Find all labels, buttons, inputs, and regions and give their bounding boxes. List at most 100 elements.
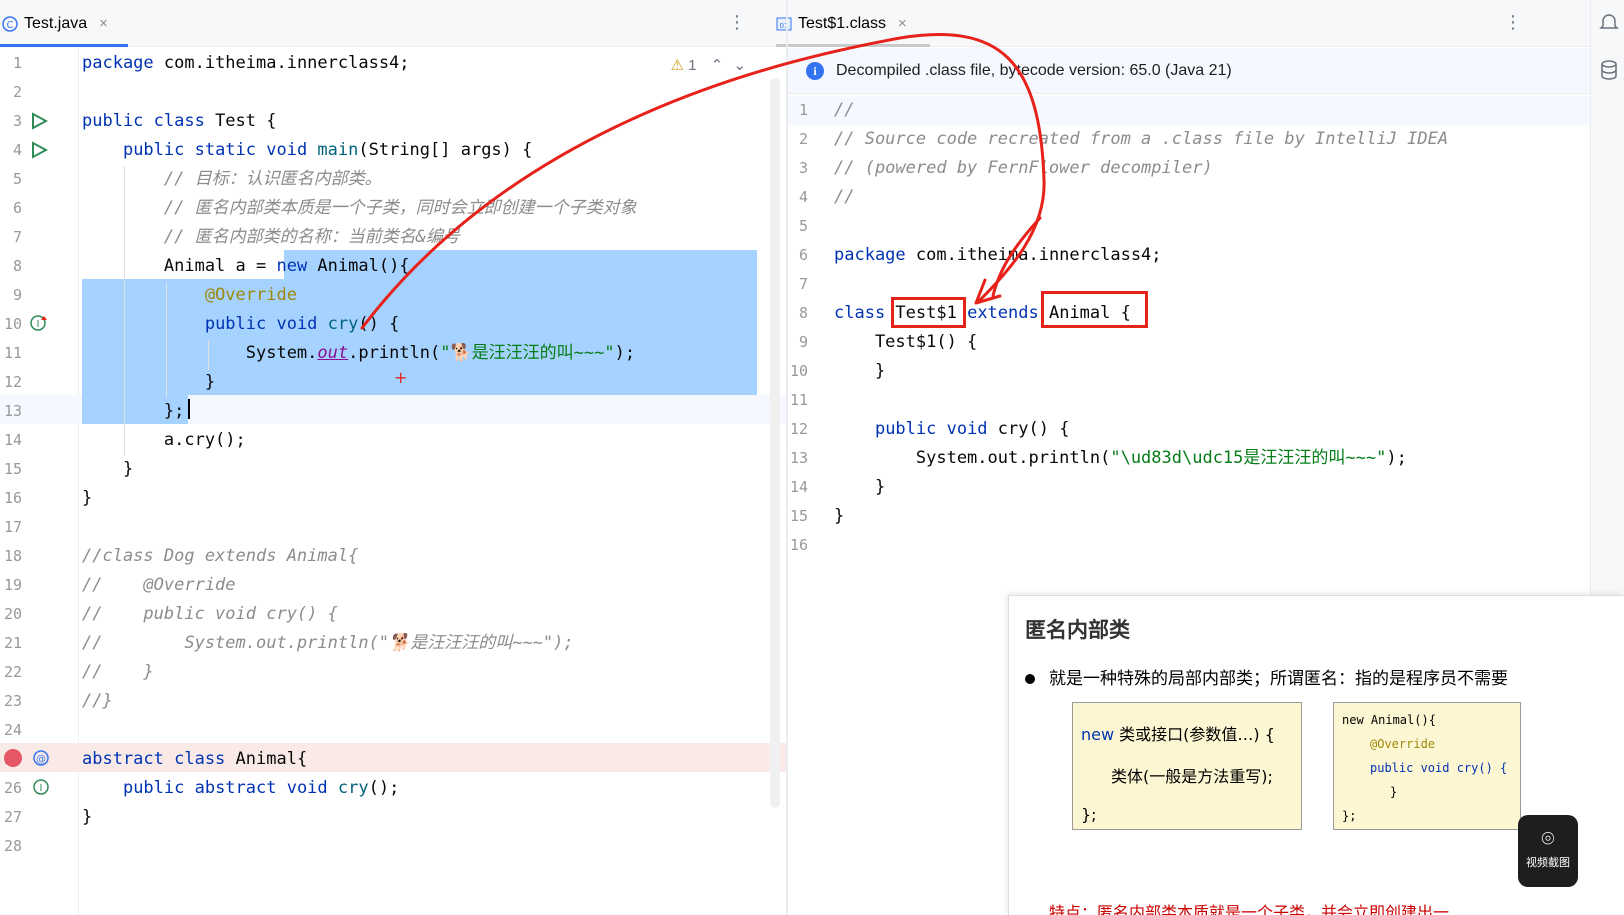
code-line[interactable]: 27} (0, 802, 786, 832)
code-text: public void cry() { (874, 419, 1070, 439)
code-text: public abstract void cry(); (122, 778, 400, 798)
code-text: // 目标：认识匿名内部类。 (163, 169, 382, 189)
slide-title: 匿名内部类 (1025, 618, 1130, 642)
code-line[interactable]: 3 // (powered by FernFlower decompiler) (788, 153, 1590, 183)
code-line[interactable]: 5 // 目标：认识匿名内部类。 (0, 164, 786, 194)
video-screenshot-button[interactable]: ⌾ 视频截图 (1518, 815, 1578, 887)
line-number: 1 (798, 101, 808, 119)
code-line[interactable]: 19 // @Override (0, 570, 786, 600)
code-line[interactable]: 3 public class Test { (0, 106, 786, 136)
line-number: 1 (12, 54, 22, 72)
line-number: 17 (3, 518, 22, 536)
code-text: // (834, 100, 855, 120)
code-line[interactable]: 13 }; (0, 396, 786, 426)
code-text: // @Override (82, 575, 236, 595)
code-line[interactable]: 5 (788, 211, 1590, 241)
chevron-down-icon[interactable]: ⌄ (733, 57, 746, 74)
notifications-icon[interactable] (1599, 12, 1619, 32)
code-line[interactable]: 7 (788, 269, 1590, 299)
java-class-icon: C (2, 15, 18, 32)
code-line[interactable]: 24 (0, 715, 786, 745)
code-line[interactable]: 2 // Source code recreated from a .class … (788, 124, 1590, 154)
code-line[interactable]: 10 } (788, 356, 1590, 386)
code-text: } (834, 361, 886, 381)
code-line[interactable]: 25abstract class Animal{ (0, 744, 786, 774)
code-line[interactable]: 20 // public void cry() { (0, 599, 786, 629)
info-icon: i (806, 61, 824, 80)
code-text: //} (82, 691, 113, 711)
code-text: } (82, 807, 93, 827)
code-line[interactable]: 22 // } (0, 657, 786, 687)
code-line[interactable]: 13 System.out.println("\ud83d\udc15是汪汪汪的… (788, 443, 1590, 473)
code-line[interactable]: 7 // 匿名内部类的名称：当前类名&编号 (0, 222, 786, 252)
line-number: 28 (3, 837, 22, 855)
more-options-icon[interactable]: ⋮ (728, 12, 746, 33)
implemented-icon[interactable]: @ (33, 749, 51, 767)
implements-method-icon[interactable]: I (30, 314, 48, 332)
code-line[interactable]: 1 package com.itheima.innerclass4; (0, 48, 786, 78)
line-number: 13 (3, 402, 22, 420)
close-icon[interactable]: × (898, 15, 907, 32)
close-icon[interactable]: × (99, 15, 108, 32)
tab-label: Test$1.class (798, 14, 887, 32)
code-line[interactable]: 10 public void cry() { (0, 309, 786, 339)
line-number: 26 (3, 779, 22, 797)
line-number: 12 (789, 420, 808, 438)
syntax-line-3: }; (1081, 805, 1097, 824)
code-line[interactable]: 15 } (0, 454, 786, 484)
code-line[interactable]: 8 Animal a = new Animal(){ (0, 251, 786, 281)
code-line[interactable]: 4 // (788, 182, 1590, 212)
example-line-1: new Animal(){ (1342, 713, 1436, 727)
inspection-widget[interactable]: ⚠ 1 ⌃ ⌄ (671, 56, 746, 74)
code-line[interactable]: 16} (0, 483, 786, 513)
code-line[interactable]: 21 // System.out.println("🐕是汪汪汪的叫~~~"); (0, 628, 786, 658)
line-number: 6 (12, 199, 22, 217)
database-icon[interactable] (1599, 60, 1619, 82)
svg-text:I: I (40, 783, 43, 794)
code-line[interactable]: 11 System.out.println("🐕是汪汪汪的叫~~~"); (0, 338, 786, 368)
breakpoint-icon[interactable] (4, 749, 22, 767)
code-line[interactable]: 15} (788, 501, 1590, 531)
line-number: 21 (3, 634, 22, 652)
line-number: 24 (3, 721, 22, 739)
more-options-icon[interactable]: ⋮ (1504, 12, 1522, 33)
line-number: 14 (789, 478, 808, 496)
code-line[interactable]: 14 } (788, 472, 1590, 502)
tab-test-java[interactable]: C Test.java × (2, 0, 108, 47)
code-line[interactable]: 9 @Override (0, 280, 786, 310)
code-line[interactable]: 12 public void cry() { (788, 414, 1590, 444)
line-number: 14 (3, 431, 22, 449)
code-line[interactable]: 11 (788, 385, 1590, 415)
scrollbar[interactable] (770, 78, 780, 808)
line-number: 5 (798, 217, 808, 235)
line-number: 22 (3, 663, 22, 681)
line-number: 3 (798, 159, 808, 177)
example-line-4: } (1390, 785, 1398, 799)
code-line[interactable]: 16 (788, 530, 1590, 560)
chevron-up-icon[interactable]: ⌃ (711, 57, 724, 74)
code-line[interactable]: 6 package com.itheima.innerclass4; (788, 240, 1590, 270)
tab-test1-class[interactable]: 01 Test$1.class × (776, 0, 907, 47)
example-line-5: }; (1342, 809, 1357, 823)
implemented-method-icon[interactable]: I (33, 778, 51, 796)
code-line[interactable]: 17 (0, 512, 786, 542)
run-icon[interactable] (30, 141, 48, 159)
slide-footer-text: 特点：匿名内部类本质就是一个子类，并会立即创建出一 (1049, 903, 1450, 915)
line-number: 10 (789, 362, 808, 380)
code-text: // (834, 187, 855, 207)
line-number: 7 (798, 275, 808, 293)
code-line[interactable]: 2 (0, 77, 786, 107)
code-line[interactable]: 1 // (788, 95, 1590, 125)
code-line[interactable]: 23 //} (0, 686, 786, 716)
code-line[interactable]: 18 //class Dog extends Animal{ (0, 541, 786, 571)
code-line[interactable]: 28 (0, 831, 786, 861)
code-line[interactable]: 9 Test$1() { (788, 327, 1590, 357)
code-line[interactable]: 6 // 匿名内部类本质是一个子类，同时会立即创建一个子类对象 (0, 193, 786, 223)
code-line[interactable]: 14 a.cry(); (0, 425, 786, 455)
code-text: public static void main(String[] args) { (122, 140, 533, 160)
code-line[interactable]: 26 public abstract void cry(); (0, 773, 786, 803)
code-line[interactable]: 4 public static void main(String[] args)… (0, 135, 786, 165)
left-editor[interactable]: 1 package com.itheima.innerclass4; 2 3 publi… (0, 48, 786, 915)
run-icon[interactable] (30, 112, 48, 130)
code-line[interactable]: 12 } (0, 367, 786, 397)
